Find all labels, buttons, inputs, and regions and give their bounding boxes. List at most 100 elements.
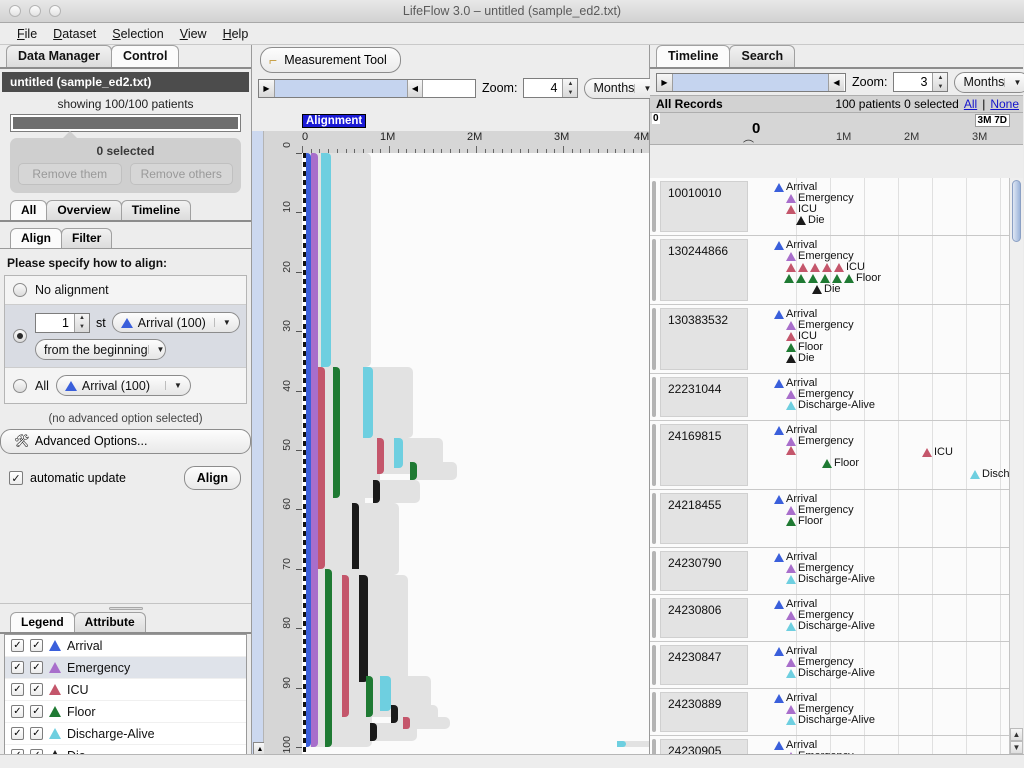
legend-visibility-checkbox[interactable]: ✓	[11, 661, 24, 674]
row-drag-handle[interactable]	[650, 421, 658, 489]
timeline-event[interactable]: Die	[786, 352, 815, 364]
center-zoom-spinner[interactable]: 4 ▲ ▼	[523, 78, 578, 98]
timeline-event[interactable]	[786, 446, 796, 455]
legend-visibility-checkbox[interactable]: ✓	[11, 705, 24, 718]
record-event-track[interactable]: ArrivalEmergencyDischarge-Alive	[750, 595, 1023, 641]
table-row[interactable]: 130383532ArrivalEmergencyICUFloorDie	[650, 305, 1023, 374]
record-id[interactable]: 22231044	[660, 377, 748, 417]
timeline-event[interactable]: Floor	[822, 457, 859, 469]
direction-combo[interactable]: from the beginning ▼	[35, 339, 166, 360]
records-scroll-thumb[interactable]	[1012, 180, 1021, 242]
record-id[interactable]: 24218455	[660, 493, 748, 544]
right-zoom-value[interactable]: 3	[894, 73, 932, 91]
tab-control[interactable]: Control	[111, 45, 179, 67]
event-band-floor-3[interactable]	[325, 569, 332, 747]
legend-item-icu[interactable]: ✓✓ICU	[5, 679, 246, 701]
option-no-alignment[interactable]: No alignment	[5, 276, 246, 305]
record-id[interactable]: 24230905	[660, 739, 748, 754]
automatic-update-checkbox[interactable]: ✓	[9, 471, 23, 485]
advanced-options-button[interactable]: 🛠Advanced Options...	[0, 429, 251, 454]
menu-selection[interactable]: Selection	[105, 25, 170, 43]
timeline-event[interactable]: Emergency	[786, 435, 854, 447]
tab-filter[interactable]: Filter	[61, 228, 112, 248]
record-id[interactable]: 24230847	[660, 645, 748, 685]
legend-item-arrival[interactable]: ✓✓Arrival	[5, 635, 246, 657]
table-row[interactable]: 24230790ArrivalEmergencyDischarge-Alive	[650, 548, 1023, 595]
scroll-right-icon[interactable]: ◀	[407, 80, 423, 97]
spinner-up-icon[interactable]: ▲	[75, 314, 89, 323]
legend-item-floor[interactable]: ✓✓Floor	[5, 701, 246, 723]
menu-help[interactable]: Help	[216, 25, 256, 43]
record-event-track[interactable]: ArrivalEmergencyDischarge-Alive	[750, 374, 1023, 420]
event-band-emergency[interactable]	[311, 153, 318, 747]
row-drag-handle[interactable]	[650, 595, 658, 641]
row-drag-handle[interactable]	[650, 305, 658, 373]
timeline-event[interactable]: Die	[812, 283, 841, 295]
select-none-link[interactable]: None	[990, 97, 1019, 111]
right-zoom-arrows[interactable]: ▲ ▼	[932, 73, 947, 91]
record-id[interactable]: 10010010	[660, 181, 748, 232]
tab-data-manager[interactable]: Data Manager	[6, 45, 112, 67]
table-row[interactable]: 24218455ArrivalEmergencyFloorDischarge-A…	[650, 490, 1023, 548]
spinner-up-icon[interactable]: ▲	[563, 79, 577, 88]
timeline-event[interactable]: Discharge-Alive	[786, 399, 875, 411]
event-band-discharge-alive-2[interactable]	[363, 367, 373, 438]
event-band-die-1[interactable]	[373, 480, 380, 504]
record-id[interactable]: 24230790	[660, 551, 748, 591]
event-band-icu-2[interactable]	[377, 438, 384, 474]
scroll-left-icon[interactable]: ▶	[657, 74, 673, 91]
center-zoom-unit-combo[interactable]: Months ▼	[584, 78, 660, 99]
record-event-track[interactable]: ArrivalEmergencyDischarge-Alive	[750, 689, 1023, 735]
event-band-die-4[interactable]	[391, 705, 398, 723]
record-id[interactable]: 24169815	[660, 424, 748, 486]
records-rows-container[interactable]: 10010010ArrivalEmergencyICUDie130244866A…	[650, 178, 1023, 754]
row-drag-handle[interactable]	[650, 490, 658, 547]
event-band-discharge-alive-4[interactable]	[380, 676, 390, 712]
row-drag-handle[interactable]	[650, 736, 658, 754]
record-event-track[interactable]: ArrivalEmergencyDischarge-Alive	[750, 736, 1023, 754]
table-row[interactable]: 22231044ArrivalEmergencyDischarge-Alive	[650, 374, 1023, 421]
spinner-down-icon[interactable]: ▼	[75, 323, 89, 332]
event-band-floor-1[interactable]	[333, 367, 340, 498]
legend-visibility-checkbox[interactable]: ✓	[11, 639, 24, 652]
option-nth-event[interactable]: 1 ▲ ▼ st Arrival (100) ▼	[5, 305, 246, 368]
chevron-down-icon[interactable]: ▼	[1004, 78, 1024, 87]
timeline-event[interactable]: Die	[796, 214, 825, 226]
legend-select-checkbox[interactable]: ✓	[30, 727, 43, 740]
scroll-track[interactable]: ◀	[275, 80, 475, 97]
tab-all[interactable]: All	[10, 200, 47, 220]
menu-dataset[interactable]: Dataset	[46, 25, 103, 43]
event-band-icu-tail[interactable]	[403, 717, 410, 729]
record-id[interactable]: 130383532	[660, 308, 748, 370]
tab-align[interactable]: Align	[10, 228, 62, 248]
chevron-down-icon[interactable]: ▼	[148, 345, 171, 354]
timeline-event[interactable]: Discharge-Alive	[786, 573, 875, 585]
record-id[interactable]: 24230889	[660, 692, 748, 732]
event-band-die-3[interactable]	[359, 575, 368, 682]
right-zoom-spinner[interactable]: 3 ▲ ▼	[893, 72, 948, 92]
timeline-event[interactable]: ICU	[922, 446, 953, 458]
row-drag-handle[interactable]	[650, 236, 658, 304]
menu-file[interactable]: FFileile	[10, 25, 44, 43]
event-band-die-2[interactable]	[352, 503, 359, 574]
records-vertical-scrollbar[interactable]: ▲ ▼	[1009, 178, 1023, 754]
table-row[interactable]: 24230905ArrivalEmergencyDischarge-Alive	[650, 736, 1023, 754]
ordinal-spinner-arrows[interactable]: ▲ ▼	[74, 314, 89, 332]
record-event-track[interactable]: ArrivalEmergencyICUFloorDie	[750, 305, 1023, 373]
legend-visibility-checkbox[interactable]: ✓	[11, 727, 24, 740]
timeline-event[interactable]: Discharge-Alive	[786, 714, 875, 726]
legend-item-discharge-alive[interactable]: ✓✓Discharge-Alive	[5, 723, 246, 745]
scroll-left-icon[interactable]: ▶	[259, 80, 275, 97]
scroll-up-icon[interactable]: ▲	[1010, 728, 1023, 741]
panel-splitter-handle[interactable]	[0, 603, 251, 612]
ordinal-spinner[interactable]: 1 ▲ ▼	[35, 313, 90, 333]
record-event-track[interactable]: ArrivalEmergencyICUFloorDie	[750, 236, 1023, 304]
row-drag-handle[interactable]	[650, 178, 658, 235]
table-row[interactable]: 24230806ArrivalEmergencyDischarge-Alive	[650, 595, 1023, 642]
legend-select-checkbox[interactable]: ✓	[30, 683, 43, 696]
scroll-down-icon[interactable]: ▼	[1010, 741, 1023, 754]
spinner-down-icon[interactable]: ▼	[563, 88, 577, 97]
scroll-right-icon[interactable]: ◀	[828, 74, 844, 91]
table-row[interactable]: 24169815ArrivalEmergencyFloorICUDischarg…	[650, 421, 1023, 490]
record-event-track[interactable]: ArrivalEmergencyDischarge-Alive	[750, 548, 1023, 594]
